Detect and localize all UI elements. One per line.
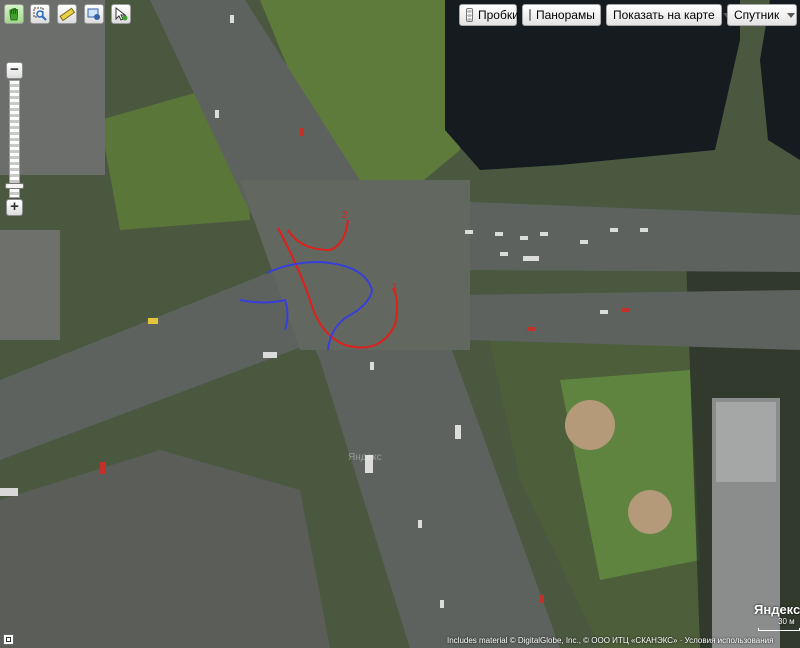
magnifier-icon <box>33 7 47 21</box>
zoom-out-button[interactable]: − <box>6 62 23 79</box>
map-type-label: Спутник <box>734 8 780 22</box>
ruler-icon <box>59 7 75 22</box>
zoom-in-button[interactable]: + <box>6 199 23 216</box>
zoom-handle[interactable] <box>5 183 24 189</box>
hand-icon <box>9 8 18 21</box>
panorama-label: Панорамы <box>536 8 595 22</box>
ruler-tool-button[interactable] <box>57 4 77 24</box>
pointer-tool-button[interactable] <box>111 4 131 24</box>
zoom-track[interactable] <box>9 80 20 198</box>
scale-label: 30 м <box>778 617 795 626</box>
yandex-logo: Яндекс <box>754 602 800 617</box>
map-watermark: Яндекс <box>348 452 382 463</box>
route-label-upper: 2 <box>342 210 348 221</box>
magnifier-tool-button[interactable] <box>30 4 50 24</box>
traffic-light-icon <box>466 8 473 22</box>
road-east-2 <box>460 290 800 350</box>
plaza-round <box>565 400 615 450</box>
pointer-icon <box>115 6 128 21</box>
chevron-down-icon <box>787 12 796 18</box>
minimap-toggle-button[interactable] <box>3 634 14 645</box>
building-w <box>0 230 60 340</box>
show-on-map-label: Показать на карте <box>613 8 715 22</box>
satellite-map[interactable]: 2 1 <box>0 0 800 648</box>
panorama-icon <box>529 9 531 21</box>
plaza-round-2 <box>628 490 672 534</box>
map-type-dropdown[interactable]: Спутник <box>727 4 797 26</box>
print-tool-button[interactable] <box>84 4 104 24</box>
show-on-map-dropdown[interactable]: Показать на карте <box>606 4 731 26</box>
print-icon <box>87 8 100 20</box>
hand-tool-button[interactable] <box>4 4 24 24</box>
traffic-label: Пробки <box>478 8 519 22</box>
traffic-button[interactable]: Пробки <box>459 4 519 26</box>
square-icon <box>6 637 11 642</box>
tower-top <box>716 402 776 482</box>
route-label-lower: 1 <box>392 282 398 293</box>
panorama-button[interactable]: Панорамы <box>522 4 601 26</box>
copyright-text: Includes material © DigitalGlobe, Inc., … <box>447 636 774 645</box>
zoom-control: − + <box>5 62 24 216</box>
yellow-car <box>148 318 158 324</box>
bus <box>0 488 18 496</box>
scale-bar <box>758 628 800 631</box>
